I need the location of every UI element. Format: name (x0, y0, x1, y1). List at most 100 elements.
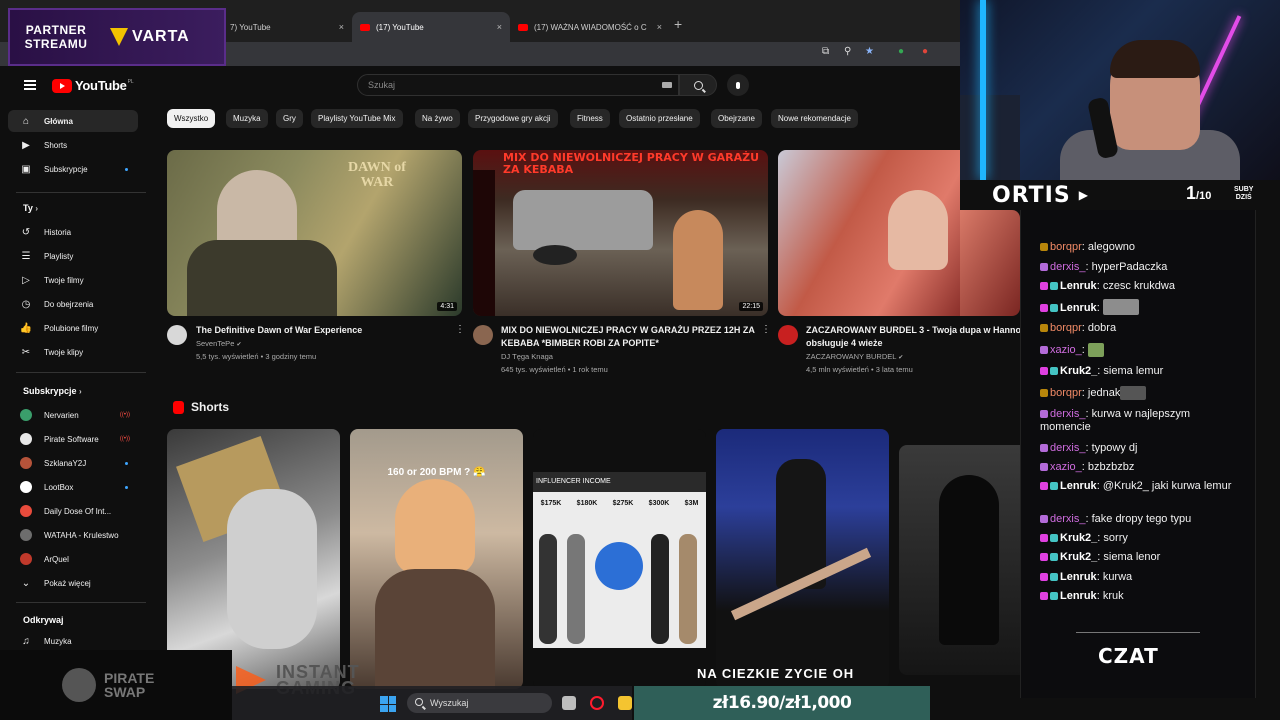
filter-chip[interactable]: Obejrzane (711, 109, 762, 128)
filter-chip[interactable]: Na żywo (415, 109, 460, 128)
filter-chip[interactable]: Gry (276, 109, 303, 128)
sidebar-item-home[interactable]: ⌂ Główna (8, 110, 138, 132)
taskbar-search-input[interactable]: Wyszukaj (407, 693, 552, 713)
subscriptions-section-heading[interactable]: Subskrypcje › (23, 386, 82, 396)
sidebar-item-channel[interactable]: Nervarien ((•)) (8, 404, 138, 426)
browser-tab[interactable]: (17) WAŻNA WIADOMOŚĆ o C × (510, 12, 670, 42)
video-thumbnail[interactable]: DAWN of WAR 4:31 (167, 150, 462, 316)
thumbnail-person (673, 210, 723, 310)
sidebar-item-channel[interactable]: Daily Dose Of Int... (8, 500, 138, 522)
video-title[interactable]: ZACZAROWANY BURDEL 3 - Twoja dupa w Hann… (806, 324, 1020, 350)
channel-name[interactable]: DJ Tęga Knaga (501, 352, 553, 361)
search-button[interactable] (679, 74, 717, 96)
browser-tab[interactable]: 7) YouTube × (222, 12, 352, 42)
close-icon[interactable]: × (339, 22, 344, 32)
close-icon[interactable]: × (497, 22, 502, 32)
extension-icon[interactable]: ● (922, 46, 928, 57)
close-icon[interactable]: × (657, 22, 662, 32)
chat-username[interactable]: Kruk2_ (1060, 365, 1097, 377)
chat-username[interactable]: derxis_ (1050, 442, 1085, 454)
sidebar-item-channel[interactable]: SzklanaY2J (8, 452, 138, 474)
short-content: INFLUENCER INCOME $175K $180K $275K $300K $3… (533, 472, 706, 648)
filter-chip[interactable]: Wszystko (167, 109, 216, 128)
channel-avatar[interactable] (473, 325, 493, 345)
task-view-icon[interactable] (562, 696, 576, 710)
chat-username[interactable]: derxis_ (1050, 408, 1085, 420)
sidebar-item-channel[interactable]: ArQuel (8, 548, 138, 570)
filter-chip[interactable]: Ostatnio przesłane (619, 109, 700, 128)
extension-icon[interactable]: ● (898, 46, 904, 57)
chat-username[interactable]: Lenruk (1060, 280, 1097, 292)
bookmark-star-icon[interactable]: ★ (865, 46, 874, 57)
chat-username[interactable]: xazio_ (1050, 344, 1082, 356)
zoom-icon[interactable]: ⚲ (844, 46, 851, 57)
chat-username[interactable]: Lenruk (1060, 302, 1097, 314)
chat-badge-icon (1050, 553, 1058, 561)
show-more-button[interactable]: ⌄ Pokaż więcej (8, 572, 138, 594)
chat-username[interactable]: Kruk2_ (1060, 532, 1097, 544)
channel-avatar[interactable] (778, 325, 798, 345)
hamburger-menu-icon[interactable] (24, 80, 36, 90)
chat-message: Kruk2_: siema lemur (1040, 365, 1240, 378)
search-input[interactable]: Szukaj (357, 74, 679, 96)
channel-name[interactable]: ZACZAROWANY BURDEL ✔ (806, 352, 903, 361)
sidebar-item-channel[interactable]: LootBox (8, 476, 138, 498)
more-options-icon[interactable]: ⋮ (455, 324, 465, 335)
voice-search-button[interactable] (727, 74, 749, 96)
sidebar-item-you[interactable]: ↺ Historia (8, 221, 138, 243)
sidebar-item-channel[interactable]: Pirate Software ((•)) (8, 428, 138, 450)
short-card[interactable] (716, 429, 889, 689)
short-card[interactable] (899, 445, 1020, 675)
video-title[interactable]: The Definitive Dawn of War Experience (196, 324, 451, 337)
browser-tab-active[interactable]: (17) YouTube × (352, 12, 510, 42)
keyboard-icon[interactable] (662, 82, 672, 88)
sidebar-item-you[interactable]: ◷ Do obejrzenia (8, 293, 138, 315)
filter-chip[interactable]: Nowe rekomendacje (771, 109, 858, 128)
sidebar-item-you[interactable]: 👍 Polubione filmy (8, 317, 138, 339)
sidebar-item-music[interactable]: ♫ Muzyka (8, 630, 138, 652)
new-tab-button[interactable]: + (674, 16, 682, 32)
filter-chip[interactable]: Playlisty YouTube Mix (311, 109, 403, 128)
chat-message: Lenruk: kurwa (1040, 571, 1240, 584)
channel-avatar[interactable] (167, 325, 187, 345)
filter-chip[interactable]: Przygodowe gry akcji (468, 109, 558, 128)
chat-username[interactable]: derxis_ (1050, 261, 1085, 273)
chevron-down-icon: ⌄ (21, 577, 31, 589)
short-card[interactable]: 160 or 200 BPM ? 😤 (350, 429, 523, 689)
sidebar-item-you[interactable]: ✂ Twoje klipy (8, 341, 138, 363)
video-thumbnail[interactable]: MIX DO NIEWOLNICZEJ PRACY W GARAŻU ZA KE… (473, 150, 768, 316)
short-card[interactable]: INFLUENCER INCOME $175K $180K $275K $300K $3… (533, 429, 706, 689)
sidebar-item-you[interactable]: ▷ Twoje filmy (8, 269, 138, 291)
video-thumbnail-edge[interactable] (960, 210, 1020, 316)
subscriptions-icon: ▣ (21, 163, 31, 175)
chat-username[interactable]: Lenruk (1060, 590, 1097, 602)
file-explorer-icon[interactable] (618, 696, 632, 710)
webcam-background-shelf (960, 95, 1020, 180)
channel-name[interactable]: SevenTePe ✔ (196, 339, 242, 348)
windows-start-icon[interactable] (380, 696, 396, 712)
chat-badge-icon (1040, 592, 1048, 600)
chat-username[interactable]: xazio_ (1050, 461, 1082, 473)
chat-username[interactable]: borqpr (1050, 241, 1082, 253)
chat-username[interactable]: borqpr (1050, 322, 1082, 334)
sidebar-item-channel[interactable]: WATAHA - Krulestwo (8, 524, 138, 546)
cast-icon[interactable]: ⧉ (822, 46, 829, 57)
sidebar-item-subscriptions[interactable]: ▣ Subskrypcje (8, 158, 138, 180)
chat-username[interactable]: Lenruk (1060, 480, 1097, 492)
sidebar-item-you[interactable]: ☰ Playlisty (8, 245, 138, 267)
chat-username[interactable]: derxis_ (1050, 513, 1085, 525)
youtube-logo[interactable]: YouTube PL (52, 78, 134, 93)
video-title[interactable]: MIX DO NIEWOLNICZEJ PRACY W GARAŻU PRZEZ… (501, 324, 761, 350)
more-options-icon[interactable]: ⋮ (761, 324, 771, 335)
opera-icon[interactable] (590, 696, 604, 710)
sidebar-item-shorts[interactable]: ▶ Shorts (8, 134, 138, 156)
chat-username[interactable]: Lenruk (1060, 571, 1097, 583)
chat-username[interactable]: Kruk2_ (1060, 551, 1097, 563)
filter-chip[interactable]: Fitness (570, 109, 610, 128)
filter-chip[interactable]: Muzyka (226, 109, 268, 128)
you-section-heading[interactable]: Ty › (23, 203, 38, 213)
chat-message: derxis_: kurwa w najlepszym momencie (1040, 408, 1191, 433)
chat-username[interactable]: borqpr (1050, 387, 1082, 399)
sidebar-item-label: Daily Dose Of Int... (44, 506, 112, 516)
video-thumbnail[interactable] (778, 150, 960, 316)
